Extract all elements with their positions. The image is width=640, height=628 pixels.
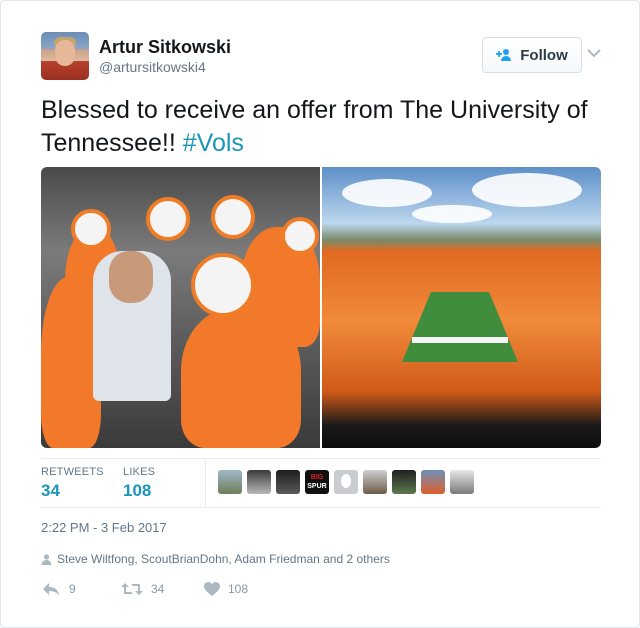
like-button[interactable]: 108 [204,579,248,599]
retweets-count[interactable]: 34 [41,481,60,501]
cloud [472,173,582,207]
follow-button[interactable]: Follow [482,37,582,73]
retweet-button[interactable]: 34 [121,579,164,599]
helmet [211,195,255,239]
like-count: 108 [228,582,249,596]
tweet-text: Blessed to receive an offer from The Uni… [41,94,601,160]
football-field [402,292,518,362]
chevron-down-icon[interactable] [586,47,602,59]
author-handle[interactable]: @artursitkowski4 [99,59,206,75]
retweets-label: RETWEETS [41,466,104,478]
cloud [412,205,492,223]
retweet-icon [121,583,143,595]
reply-count: 9 [69,582,76,596]
retweet-count: 34 [151,582,165,596]
team-huddle-photo[interactable] [41,167,320,448]
field-yard-line [412,337,508,343]
stadium-photo[interactable] [322,167,601,448]
heart-icon [204,581,220,596]
stats-divider [205,460,206,507]
cloud [342,179,432,207]
media-gallery[interactable] [41,167,601,448]
coach-head [109,251,153,303]
tweet-card: Artur Sitkowski @artursitkowski4 Follow … [0,0,640,628]
tweet-timestamp[interactable]: 2:22 PM - 3 Feb 2017 [41,520,167,535]
reply-icon [43,583,59,595]
avatar-face [55,40,75,66]
liker-avatar[interactable] [247,470,271,494]
liker-avatar[interactable] [218,470,242,494]
liker-avatar[interactable] [421,470,445,494]
author-avatar[interactable] [41,32,89,80]
social-context-text: Steve Wiltfong, ScoutBrianDohn, Adam Fri… [57,552,390,566]
helmet [146,197,190,241]
liker-avatar[interactable] [334,470,358,494]
egg-avatar-icon [341,474,351,488]
helmet [281,217,319,255]
follow-label: Follow [520,46,568,64]
liker-avatar[interactable]: BIG SPUR [305,470,329,494]
liker-avatar[interactable] [363,470,387,494]
social-context[interactable]: Steve Wiltfong, ScoutBrianDohn, Adam Fri… [41,552,390,566]
likes-count[interactable]: 108 [123,481,151,501]
author-name[interactable]: Artur Sitkowski [99,37,231,58]
person-icon [41,553,52,565]
stats-bottom-border [41,507,601,508]
hashtag-link[interactable]: #Vols [183,129,244,157]
helmet [71,209,111,249]
liker-avatar[interactable] [392,470,416,494]
likes-label: LIKES [123,466,156,478]
stats-top-border [41,458,601,459]
user-plus-icon [496,49,512,61]
reply-button[interactable]: 9 [41,579,76,599]
spur-badge-line2: SPUR [307,483,327,490]
spur-badge-line1: BIG [310,474,324,481]
liker-avatar[interactable] [450,470,474,494]
liker-avatar[interactable] [276,470,300,494]
helmet [191,253,255,317]
tweet-body: Blessed to receive an offer from The Uni… [41,96,588,157]
